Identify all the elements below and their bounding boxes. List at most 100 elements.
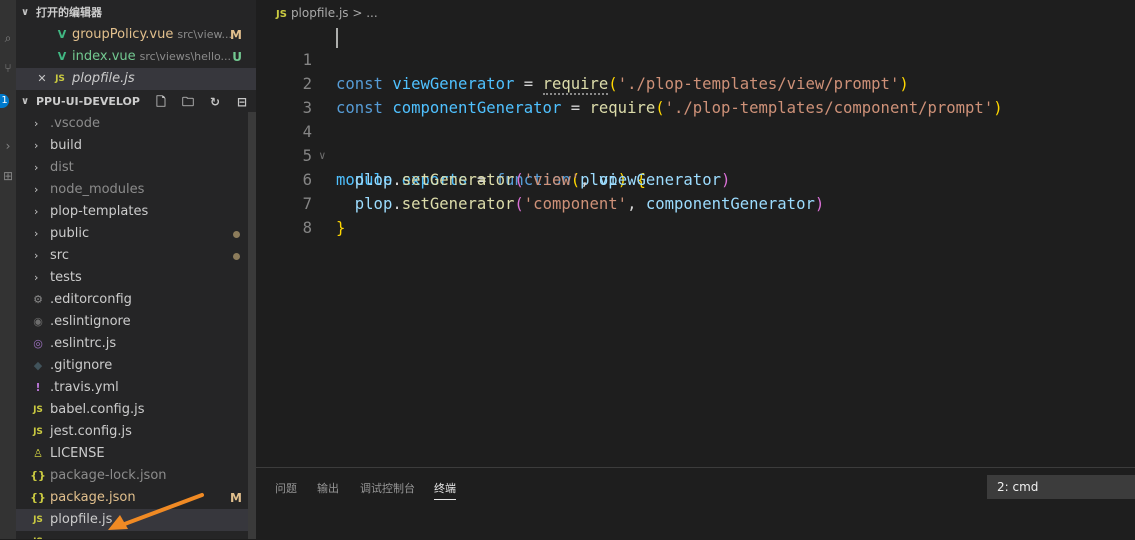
folder-item[interactable]: › public	[16, 223, 256, 245]
open-editor-path: src\view...	[177, 28, 232, 41]
folder-item[interactable]: › .vscode	[16, 113, 256, 135]
modified-dot	[233, 231, 240, 238]
eslint-ignore-icon: ◉	[33, 315, 43, 328]
code-token: (	[608, 75, 618, 93]
file-item[interactable]: ◆ .gitignore	[16, 355, 256, 377]
chevron-right-icon: ›	[34, 205, 39, 218]
code-token: (	[514, 195, 524, 213]
source-control-icon[interactable]: ⑂	[0, 60, 16, 76]
folder-item[interactable]: › build	[16, 135, 256, 157]
file-item[interactable]: {} package-lock.json	[16, 465, 256, 487]
fold-chevron-icon[interactable]: ∨	[319, 144, 326, 168]
file-item[interactable]: ◉ .eslintignore	[16, 311, 256, 333]
code-token: =	[514, 75, 543, 93]
code-token: (	[655, 99, 665, 117]
open-editor-item[interactable]: V index.vue src\views\hello... U	[16, 46, 256, 68]
open-editor-path: src\views\hello...	[139, 50, 232, 63]
chevron-down-icon: ∨	[21, 7, 30, 18]
file-item[interactable]: ◎ .eslintrc.js	[16, 333, 256, 355]
new-folder-icon[interactable]: 🗀	[180, 91, 196, 113]
untracked-badge: U	[232, 50, 242, 64]
code-token: plop	[354, 195, 393, 213]
chevron-right-icon: ›	[34, 139, 39, 152]
code-token: .	[392, 171, 402, 189]
code-token: ,	[627, 195, 646, 213]
code-token: }	[336, 219, 346, 237]
code-token: )	[993, 99, 1003, 117]
code-token: =	[561, 99, 590, 117]
js-file-icon: JS	[55, 74, 65, 84]
search-icon[interactable]: ⌕	[0, 30, 16, 46]
open-editor-name: groupPolicy.vue	[72, 27, 174, 42]
chevron-right-icon: ›	[34, 183, 39, 196]
tab-debug-console[interactable]: 调试控制台	[360, 479, 415, 499]
gear-icon: ⚙	[33, 293, 43, 306]
tab-problems[interactable]: 问题	[275, 479, 297, 499]
breadcrumb-file[interactable]: plopfile.js	[291, 6, 349, 20]
js-file-icon: JS	[276, 9, 287, 20]
code-line: 6 plop.setGenerator('component', compone…	[256, 144, 825, 213]
folder-item[interactable]: › plop-templates	[16, 201, 256, 223]
code-token: setGenerator	[401, 171, 515, 189]
file-item[interactable]: ! .travis.yml	[16, 377, 256, 399]
folder-item[interactable]: › src	[16, 245, 256, 267]
explorer-sidebar: ∨ 打开的编辑器 V groupPolicy.vue src\view... M …	[16, 0, 256, 539]
sidebar-scrollbar[interactable]	[248, 112, 256, 539]
chevron-right-icon: ›	[34, 271, 39, 284]
extensions-icon[interactable]: ⊞	[0, 168, 16, 184]
file-item[interactable]: JS babel.config.js	[16, 399, 256, 421]
open-editors-header[interactable]: ∨ 打开的编辑器	[16, 2, 256, 24]
chevron-right-icon: ›	[34, 249, 39, 262]
tab-terminal[interactable]: 终端	[434, 479, 456, 500]
file-item-partial[interactable]: JS	[16, 531, 256, 539]
chevron-right-icon[interactable]: ›	[0, 138, 16, 154]
js-file-icon: JS	[33, 427, 43, 437]
text-cursor	[336, 28, 338, 48]
tab-output[interactable]: 输出	[317, 479, 339, 499]
file-item[interactable]: ♙ LICENSE	[16, 443, 256, 465]
file-item[interactable]: ⚙ .editorconfig	[16, 289, 256, 311]
git-icon: ◆	[33, 359, 43, 372]
folder-item[interactable]: › tests	[16, 267, 256, 289]
breadcrumb-rest[interactable]: > ...	[352, 6, 377, 20]
json-icon: {}	[30, 491, 46, 504]
collapse-all-icon[interactable]: ⊟	[234, 91, 250, 113]
code-line: 2 const componentGenerator = require('./…	[256, 48, 1003, 117]
code-token: 'view'	[523, 171, 581, 189]
code-token: )	[899, 75, 909, 93]
project-header[interactable]: ∨ PPU-UI-DEVELOP 🗋 🗀 ↻ ⊟	[16, 91, 256, 113]
code-token: ,	[580, 171, 599, 189]
code-token: './plop-templates/view/prompt'	[617, 75, 900, 93]
eslint-icon: ◎	[33, 337, 43, 350]
code-token: setGenerator	[401, 195, 515, 213]
refresh-icon[interactable]: ↻	[207, 91, 223, 113]
code-token: .	[392, 195, 402, 213]
folder-item[interactable]: › node_modules	[16, 179, 256, 201]
code-editor[interactable]: JS plopfile.js > ... 1 const viewGenerato…	[256, 0, 1135, 467]
json-icon: {}	[30, 469, 46, 482]
code-token: plop	[354, 171, 393, 189]
line-number: 8	[302, 219, 312, 237]
open-editor-item-active[interactable]: ✕ JS plopfile.js	[16, 68, 256, 90]
code-token: viewGenerator	[598, 171, 721, 189]
code-token: componentGenerator	[392, 99, 562, 117]
vue-file-icon: V	[57, 28, 67, 41]
code-token: require	[589, 99, 656, 117]
folder-item[interactable]: › dist	[16, 157, 256, 179]
code-line: 1 const viewGenerator = require('./plop-…	[256, 24, 909, 95]
file-item[interactable]: JS jest.config.js	[16, 421, 256, 443]
code-line: 4 ∨ module.exports = function(plop) {	[256, 96, 646, 189]
annotation-arrow	[108, 493, 204, 530]
open-editor-item[interactable]: V groupPolicy.vue src\view... M	[16, 24, 256, 46]
breadcrumb[interactable]: JS plopfile.js > ...	[276, 3, 378, 23]
code-token: (	[514, 171, 524, 189]
bottom-panel: 问题 输出 调试控制台 终端 2: cmd	[256, 467, 1135, 540]
terminal-select[interactable]: 2: cmd	[987, 475, 1135, 499]
code-token: const	[336, 75, 383, 93]
new-file-icon[interactable]: 🗋	[153, 91, 169, 113]
code-token: )	[720, 171, 731, 189]
code-token: 'component'	[523, 195, 628, 213]
close-icon[interactable]: ✕	[34, 68, 50, 90]
license-icon: ♙	[33, 447, 43, 460]
chevron-right-icon: ›	[34, 161, 39, 174]
